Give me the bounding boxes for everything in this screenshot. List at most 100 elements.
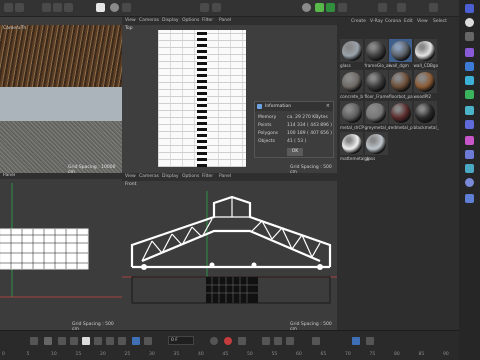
menu-view[interactable]: View — [417, 19, 428, 24]
material-name: redmetal_p — [389, 125, 413, 130]
live-selection-icon[interactable] — [465, 18, 474, 27]
menu-create[interactable]: Create — [351, 19, 366, 24]
info-label: Objects — [258, 139, 276, 144]
prev-frame-icon[interactable] — [70, 337, 78, 345]
texture-mode-icon[interactable] — [465, 150, 474, 159]
ok-button[interactable]: OK — [287, 148, 303, 156]
position-track-icon[interactable] — [262, 337, 270, 345]
material-swatch[interactable] — [389, 101, 412, 124]
material-preview-sphere — [341, 40, 362, 61]
dialog-title: Information — [265, 104, 292, 109]
material-name: wall_dgm — [389, 63, 409, 68]
menu-edit[interactable]: Edit — [404, 19, 413, 24]
parameter-track-icon[interactable] — [312, 337, 320, 345]
current-frame-field[interactable]: 0 F — [168, 336, 194, 345]
mograph-icon[interactable] — [326, 3, 335, 12]
go-to-end-icon[interactable] — [118, 337, 126, 345]
view-icon[interactable] — [429, 3, 438, 12]
right-viewport[interactable]: Panel Grid Spacing : 500 cm — [0, 173, 122, 330]
material-swatch[interactable] — [413, 39, 437, 62]
grid-spacing-label: Grid Spacing : 500 cm — [290, 165, 332, 173]
polygons-mode-icon[interactable] — [465, 120, 474, 129]
record-icon[interactable] — [210, 337, 218, 345]
menu-corona[interactable]: Corona — [385, 19, 401, 24]
menu-vray[interactable]: V-Ray — [370, 19, 383, 24]
rotate-tool-icon[interactable] — [465, 76, 474, 85]
move-tool-icon[interactable] — [465, 48, 474, 57]
material-swatch[interactable] — [389, 39, 412, 62]
menu-select[interactable]: Select — [433, 19, 447, 24]
ruler-tick-label: 50 — [247, 352, 253, 357]
material-swatch[interactable] — [340, 70, 363, 93]
grid-spacing-label: Grid Spacing : 500 cm — [290, 322, 332, 330]
material-swatch[interactable] — [364, 70, 388, 93]
render-view-icon[interactable] — [53, 3, 62, 12]
menu-filter[interactable]: Filter — [202, 18, 213, 23]
deformer-icon[interactable] — [212, 3, 221, 12]
render-picture-viewer-icon[interactable] — [96, 3, 105, 12]
settings-icon[interactable] — [144, 337, 152, 345]
render-region-icon[interactable] — [42, 3, 51, 12]
model-mode-icon[interactable] — [465, 136, 474, 145]
points-mode-icon[interactable] — [465, 90, 474, 99]
menu-cameras[interactable]: Cameras — [139, 18, 159, 23]
material-swatch[interactable] — [340, 101, 363, 124]
material-preview-sphere — [415, 40, 435, 61]
material-swatch[interactable] — [413, 70, 437, 93]
next-frame-icon[interactable] — [94, 337, 102, 345]
generator-icon[interactable] — [200, 3, 209, 12]
sphere-primitive-icon[interactable] — [110, 3, 119, 12]
edges-mode-icon[interactable] — [465, 106, 474, 115]
right-tool-strip — [459, 0, 480, 360]
material-name: greymetal_c — [364, 125, 391, 130]
layer-icon[interactable] — [366, 337, 374, 345]
ruler-tick-label: 90 — [443, 352, 449, 357]
ruler-tick-label: 70 — [345, 352, 351, 357]
layout-icon[interactable] — [397, 3, 406, 12]
prev-key-icon[interactable] — [58, 337, 66, 345]
ruler-tick-label: 15 — [75, 352, 82, 357]
material-swatch[interactable] — [340, 132, 363, 155]
camera-icon[interactable] — [338, 3, 347, 12]
menu-display[interactable]: Display — [162, 18, 179, 23]
lock-icon[interactable] — [465, 32, 474, 41]
perspective-viewport[interactable]: CameraTh Grid Spacing : 10000 cm — [0, 17, 122, 173]
snap-icon[interactable] — [465, 178, 474, 187]
material-swatch[interactable] — [413, 101, 437, 124]
top-view-spine — [197, 30, 207, 167]
material-name: concrete_b — [340, 94, 363, 99]
menu-panel[interactable]: Panel — [219, 18, 231, 23]
menu-view[interactable]: View — [125, 18, 136, 23]
motion-icon[interactable] — [352, 337, 360, 345]
play-icon[interactable] — [82, 337, 90, 345]
keyframe-icon[interactable] — [44, 337, 52, 345]
select-tool-icon[interactable] — [465, 4, 474, 13]
material-swatch[interactable] — [364, 101, 388, 124]
autokey-icon[interactable] — [224, 337, 232, 345]
dialog-titlebar[interactable]: Information × — [255, 102, 333, 111]
render-settings-icon[interactable] — [64, 3, 73, 12]
environment-icon[interactable] — [302, 3, 311, 12]
material-swatch[interactable] — [340, 39, 363, 62]
material-swatch[interactable] — [364, 39, 388, 62]
mode-icon[interactable] — [4, 3, 13, 12]
loop-icon[interactable] — [132, 337, 140, 345]
light-icon[interactable] — [378, 3, 387, 12]
scale-track-icon[interactable] — [286, 337, 294, 345]
workplane-icon[interactable] — [465, 194, 474, 203]
material-swatch[interactable] — [389, 70, 412, 93]
go-to-start-icon[interactable] — [30, 337, 38, 345]
information-dialog: Information × Memory ca. 29 270 KBytes P… — [254, 101, 334, 158]
rotation-track-icon[interactable] — [274, 337, 282, 345]
front-viewport[interactable]: View Cameras Display Options Filter Pane… — [122, 173, 337, 330]
object-mode-icon[interactable] — [15, 3, 24, 12]
material-swatch[interactable] — [364, 132, 388, 155]
keyframe-selection-icon[interactable] — [238, 337, 246, 345]
scale-tool-icon[interactable] — [465, 62, 474, 71]
menu-options[interactable]: Options — [182, 18, 199, 23]
axis-mode-icon[interactable] — [465, 164, 474, 173]
cube-primitive-icon[interactable] — [315, 3, 324, 12]
spline-pen-icon[interactable] — [122, 3, 131, 12]
close-icon[interactable]: × — [326, 103, 330, 109]
next-key-icon[interactable] — [106, 337, 114, 345]
